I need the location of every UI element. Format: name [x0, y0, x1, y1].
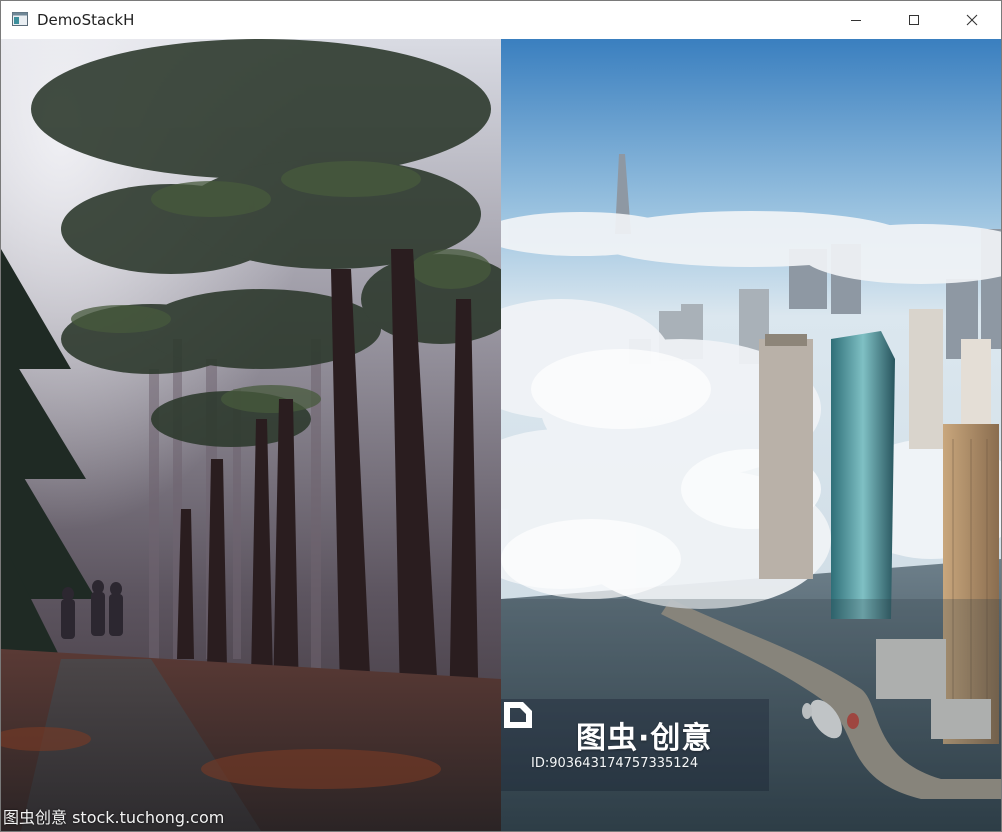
left-image-watermark: 图虫创意 stock.tuchong.com	[3, 808, 225, 827]
maximize-icon	[909, 15, 919, 25]
minimize-button[interactable]	[827, 1, 885, 39]
window-title: DemoStackH	[37, 11, 135, 29]
title-bar[interactable]: DemoStackH	[1, 1, 1001, 39]
forest-image-art	[1, 39, 501, 831]
watermark-brand: 图虫·创意	[576, 721, 713, 756]
close-button[interactable]	[943, 1, 1001, 39]
city-clouds-image: 图虫·创意 ID:903643174757335124	[501, 39, 1001, 831]
maximize-button[interactable]	[885, 1, 943, 39]
minimize-icon	[851, 20, 861, 21]
forest-image: 图虫创意 stock.tuchong.com	[1, 39, 501, 831]
app-window: DemoStackH 图虫创意 stock.tuchong.com 图虫·创意 …	[0, 0, 1002, 832]
right-image-watermark: 图虫·创意 ID:903643174757335124	[501, 699, 769, 791]
stack-horizontal: 图虫创意 stock.tuchong.com 图虫·创意 ID:90364317…	[1, 39, 1001, 831]
watermark-id: ID:903643174757335124	[531, 756, 699, 771]
tuchong-logo-icon	[504, 702, 532, 728]
close-icon	[966, 14, 978, 26]
app-window-icon	[12, 12, 28, 26]
